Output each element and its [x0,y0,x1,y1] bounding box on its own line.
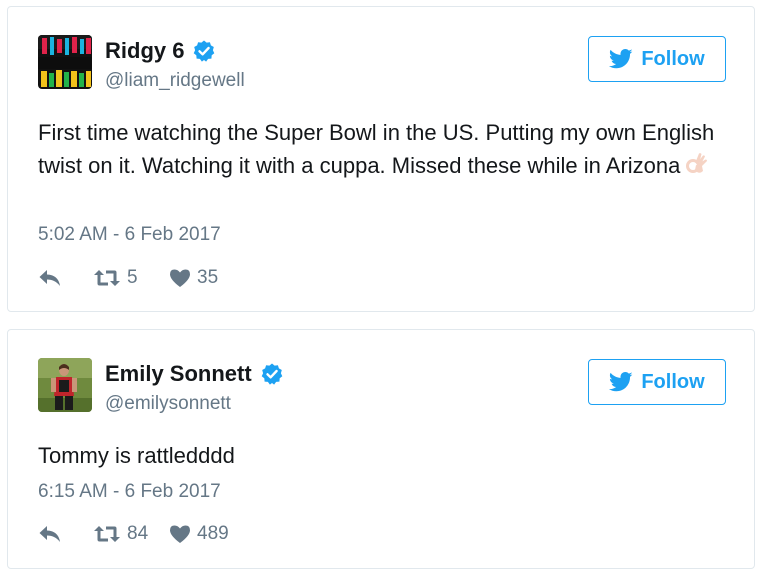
retweet-button[interactable]: 84 [93,523,169,545]
display-name-text[interactable]: Ridgy 6 [105,38,184,64]
handle[interactable]: @emilysonnett [105,393,231,415]
display-name[interactable]: Ridgy 6 [105,38,216,64]
follow-button[interactable]: Follow [588,36,726,82]
bird-icon [609,372,633,392]
bird-icon [609,49,633,69]
retweet-count: 5 [127,267,138,288]
like-count: 489 [197,523,229,544]
reply-button[interactable] [38,268,93,288]
retweet-icon [94,526,120,542]
heart-icon [170,269,190,287]
retweet-button[interactable]: 5 [93,267,169,289]
timestamp[interactable]: 5:02 AM - 6 Feb 2017 [38,224,221,246]
follow-button[interactable]: Follow [588,359,726,405]
tweet-card: Emily Sonnett @emilysonnett Follow Tommy… [7,329,755,569]
ok-hand-icon [684,151,710,186]
retweet-icon [94,270,120,286]
display-name[interactable]: Emily Sonnett [105,361,284,387]
verified-badge-icon [260,362,284,386]
like-button[interactable]: 35 [169,267,218,289]
like-count: 35 [197,267,219,288]
timestamp[interactable]: 6:15 AM - 6 Feb 2017 [38,481,221,503]
handle[interactable]: @liam_ridgewell [105,70,245,92]
tweet-actions: 84 489 [38,520,229,548]
tweet-actions: 5 35 [38,264,218,292]
tweet-text-content: First time watching the Super Bowl in th… [38,120,715,178]
avatar[interactable] [38,358,92,412]
tweet-text: Tommy is rattledddd [38,439,738,472]
follow-label: Follow [641,370,705,393]
tweet-card: Ridgy 6 @liam_ridgewell Follow First tim… [7,6,755,312]
retweet-count: 84 [127,523,149,544]
like-button[interactable]: 489 [169,523,229,545]
tweet-text: First time watching the Super Bowl in th… [38,116,738,186]
verified-badge-icon [192,39,216,63]
follow-label: Follow [641,47,705,70]
tweet-text-content: Tommy is rattledddd [38,443,235,468]
reply-icon [39,270,60,286]
avatar[interactable] [38,35,92,89]
reply-icon [39,526,60,542]
display-name-text[interactable]: Emily Sonnett [105,361,252,387]
heart-icon [170,525,190,543]
reply-button[interactable] [38,524,93,544]
